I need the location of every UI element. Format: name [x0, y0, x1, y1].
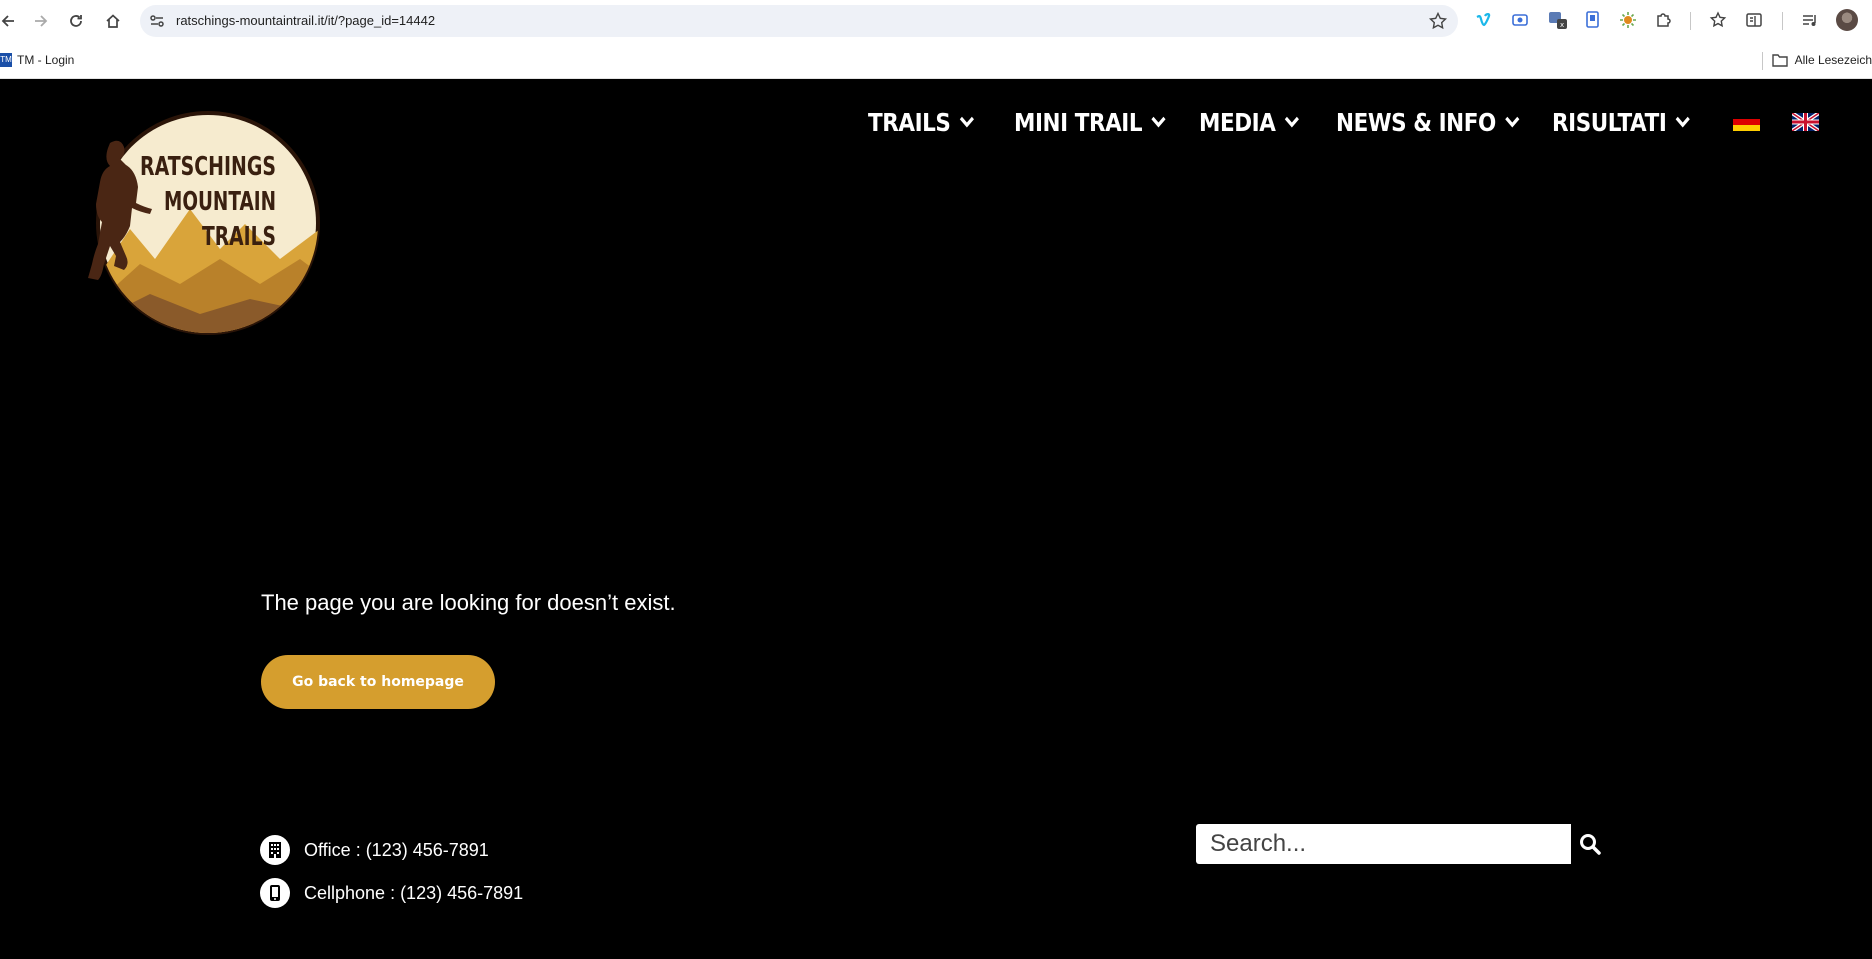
nav-item-news-info[interactable]: NEWS & INFO	[1336, 108, 1520, 137]
cellphone-text: Cellphone : (123) 456-7891	[304, 882, 524, 903]
media-control-icon[interactable]	[1800, 10, 1820, 30]
home-icon[interactable]	[101, 9, 125, 33]
building-icon	[260, 835, 290, 865]
go-back-home-button[interactable]: Go back to homepage	[261, 655, 495, 709]
back-icon[interactable]	[0, 9, 20, 33]
reading-list-icon[interactable]	[1744, 10, 1764, 30]
nav-item-label: MEDIA	[1198, 107, 1276, 137]
address-bar[interactable]: ratschings-mountaintrail.it/it/?page_id=…	[140, 5, 1458, 37]
vimeo-extension-icon[interactable]	[1474, 10, 1494, 30]
site-settings-icon[interactable]	[148, 12, 166, 30]
chevron-down-icon	[1151, 116, 1166, 128]
bookmark-label: TM - Login	[17, 53, 75, 67]
search-icon	[1580, 834, 1601, 855]
favorites-icon[interactable]	[1708, 10, 1728, 30]
logo-line-2: MOUNTAIN	[164, 187, 276, 217]
bookmarks-bar: TM TM - Login Alle Lesezeich	[0, 42, 1872, 79]
reload-icon[interactable]	[64, 9, 88, 33]
bookmark-star-icon[interactable]	[1428, 11, 1448, 31]
all-bookmarks-label: Alle Lesezeich	[1794, 53, 1872, 67]
search-input[interactable]	[1196, 824, 1571, 864]
main-navigation: TRAILS MINI TRAIL MEDIA NEWS & INFO RISU…	[868, 101, 1819, 143]
profile-avatar[interactable]	[1836, 9, 1858, 31]
not-found-message: The page you are looking for doesn’t exi…	[261, 590, 676, 615]
bookmarks-divider	[1762, 52, 1763, 70]
office-contact[interactable]: Office : (123) 456-7891	[260, 835, 489, 865]
screen-capture-extension-icon[interactable]	[1510, 10, 1530, 30]
chevron-down-icon	[959, 116, 974, 128]
bookmark-tm-login[interactable]: TM TM - Login	[0, 51, 74, 69]
nav-item-trails[interactable]: TRAILS	[868, 108, 975, 137]
svg-text:x: x	[1560, 21, 1564, 29]
ratschings-logo[interactable]: RATSCHINGS MOUNTAIN TRAILS	[70, 109, 326, 337]
website: RATSCHINGS MOUNTAIN TRAILS TRAILS MINI T…	[0, 79, 1872, 959]
browser-toolbar: ratschings-mountaintrail.it/it/?page_id=…	[0, 0, 1872, 42]
search-form	[1196, 824, 1609, 864]
search-button[interactable]	[1571, 824, 1609, 864]
nav-item-mini-trail[interactable]: MINI TRAIL	[1014, 108, 1166, 137]
sun-extension-icon[interactable]	[1618, 10, 1638, 30]
chevron-down-icon	[1504, 116, 1520, 128]
logo-line-1: RATSCHINGS	[140, 152, 276, 182]
nav-item-label: RISULTATI	[1551, 107, 1667, 137]
chevron-down-icon	[1284, 116, 1299, 128]
chevron-down-icon	[1675, 116, 1690, 128]
nav-item-label: MINI TRAIL	[1013, 107, 1143, 137]
uk-flag-icon[interactable]	[1791, 113, 1819, 131]
nav-item-label: NEWS & INFO	[1335, 107, 1496, 137]
tm-favicon-icon: TM	[0, 53, 12, 67]
all-bookmarks-folder[interactable]: Alle Lesezeich	[1771, 51, 1872, 69]
nav-item-risultati[interactable]: RISULTATI	[1552, 108, 1690, 137]
nav-item-label: TRAILS	[868, 107, 951, 137]
logo-line-3: TRAILS	[202, 222, 276, 252]
german-flag-icon[interactable]	[1732, 113, 1760, 131]
folder-icon	[1771, 54, 1788, 67]
office-phone-text: Office : (123) 456-7891	[304, 839, 489, 860]
document-extension-icon[interactable]	[1583, 10, 1603, 30]
cellphone-contact[interactable]: Cellphone : (123) 456-7891	[260, 878, 523, 908]
translate-extension-icon[interactable]: x	[1548, 10, 1568, 30]
url-text[interactable]: ratschings-mountaintrail.it/it/?page_id=…	[176, 5, 435, 37]
forward-icon[interactable]	[29, 9, 53, 33]
mobile-phone-icon	[260, 878, 290, 908]
nav-item-media[interactable]: MEDIA	[1199, 108, 1299, 137]
extensions-puzzle-icon[interactable]	[1654, 10, 1674, 30]
